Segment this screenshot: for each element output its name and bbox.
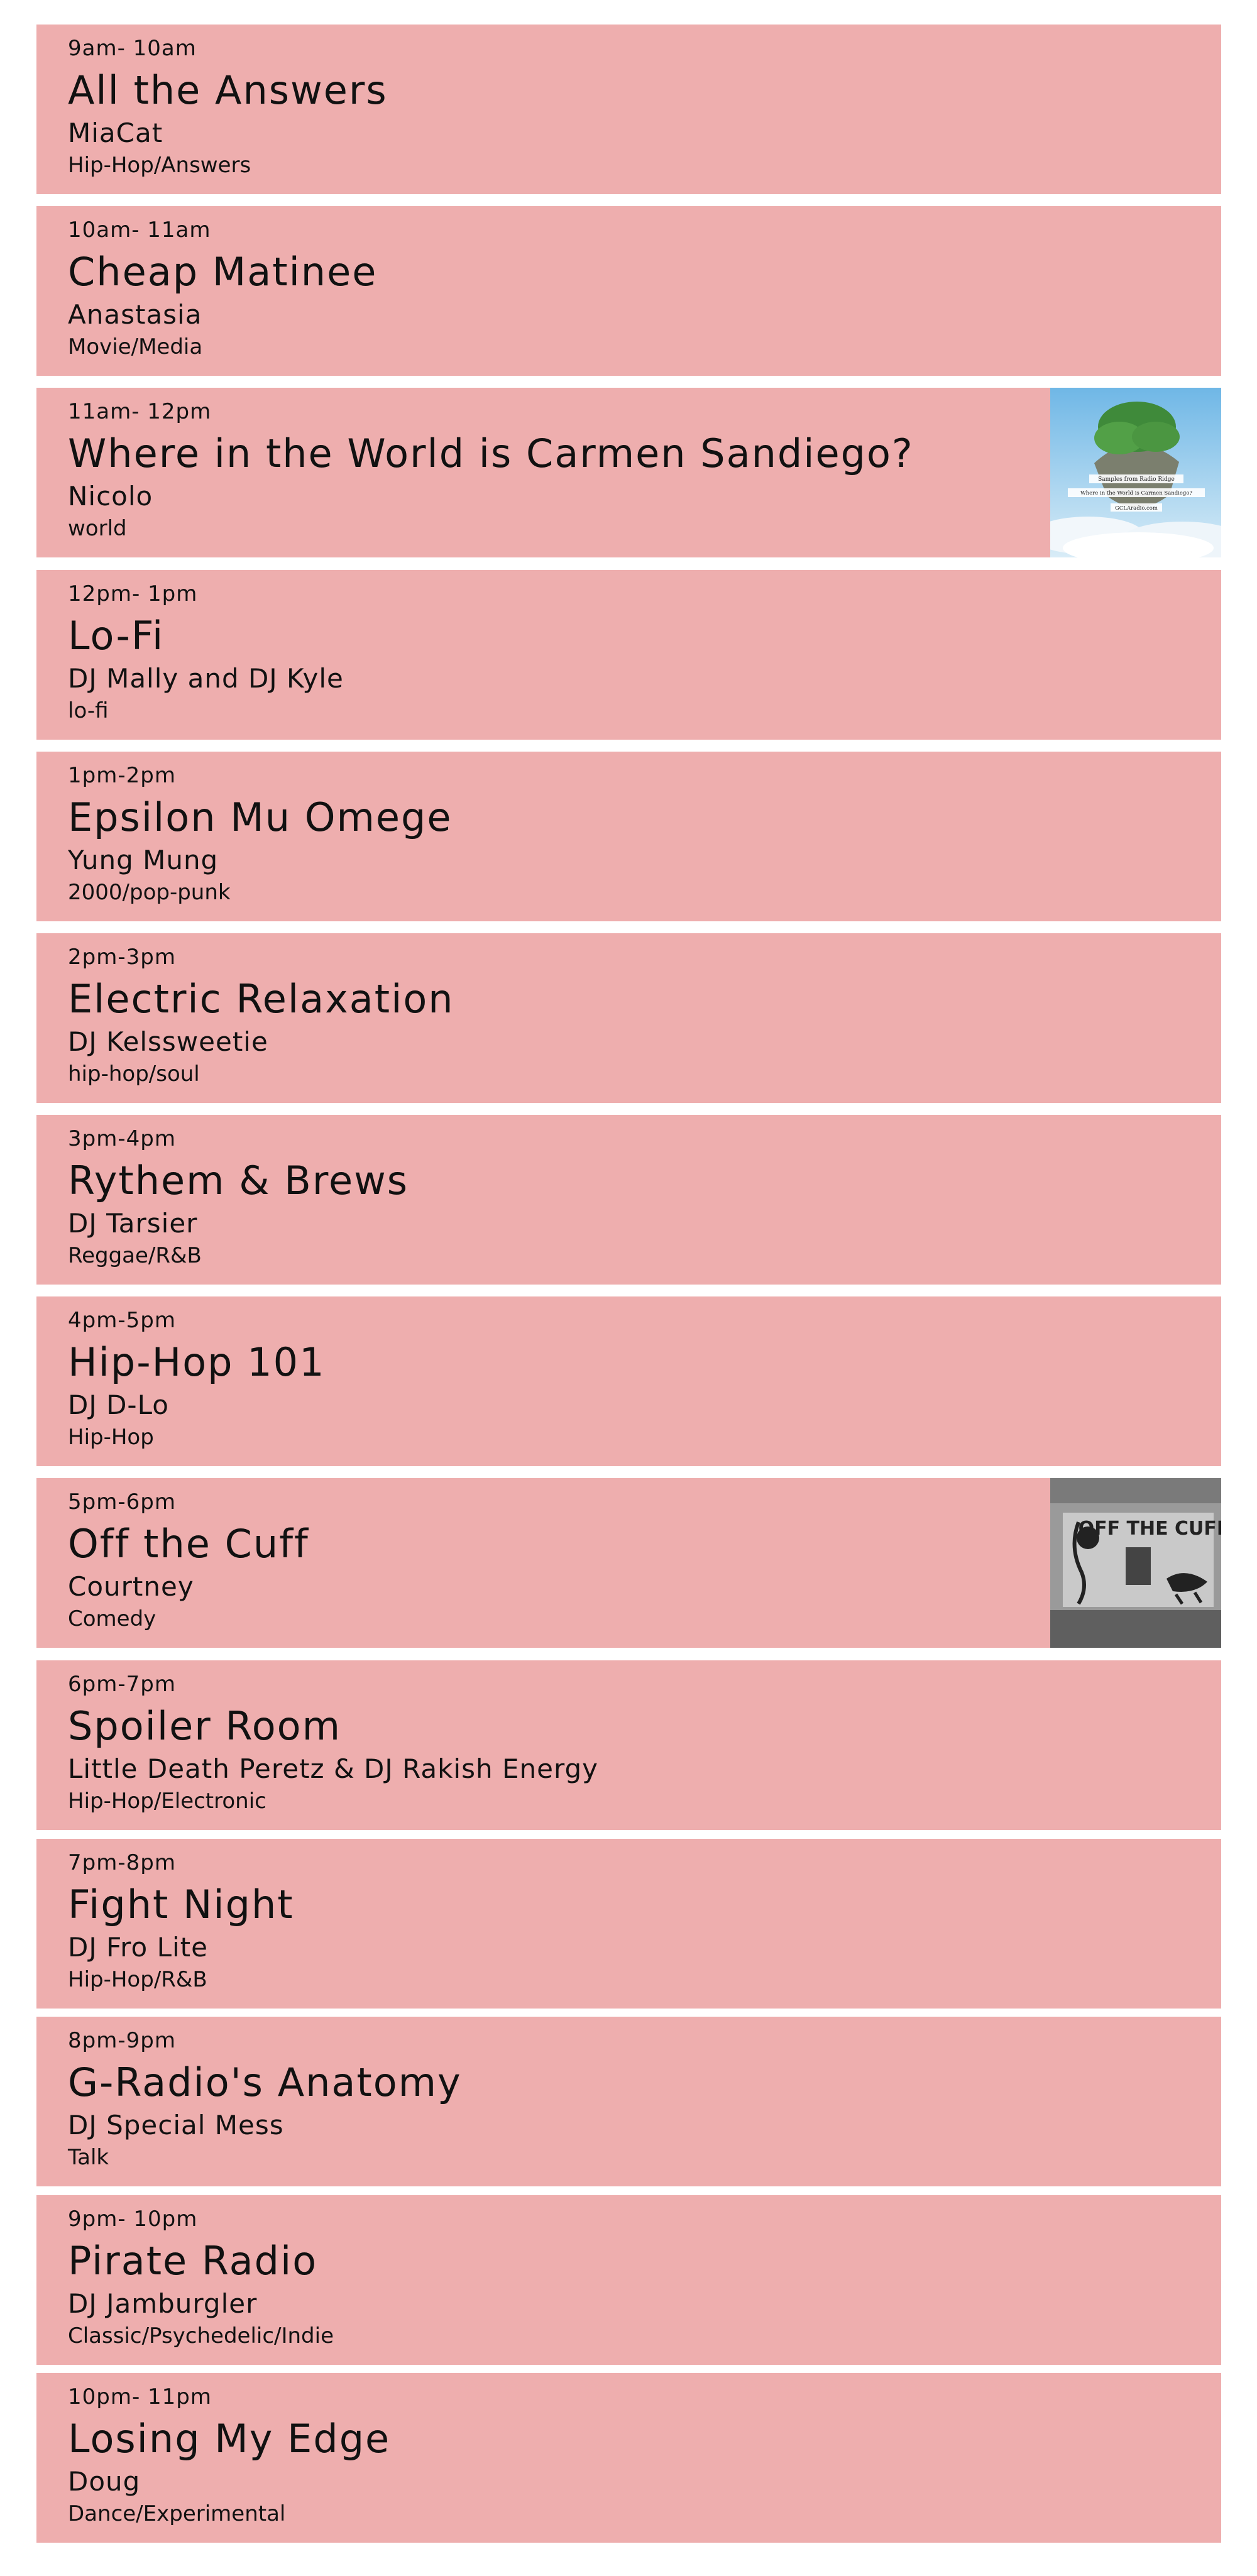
show-title: Fight Night bbox=[68, 1882, 294, 1927]
show-title: All the Answers bbox=[68, 67, 388, 113]
show-title: Losing My Edge bbox=[68, 2416, 391, 2462]
show-host: Courtney bbox=[68, 1571, 194, 1602]
show-genre: Hip-Hop/Answers bbox=[68, 153, 251, 178]
show-host: Anastasia bbox=[68, 299, 202, 330]
show-title: Off the Cuff bbox=[68, 1521, 309, 1567]
show-time: 6pm-7pm bbox=[68, 1672, 176, 1697]
thumbnail-caption-1: Samples from Radio Ridge bbox=[1098, 476, 1175, 483]
show-genre: Hip-Hop/R&B bbox=[68, 1967, 207, 1992]
show-card-all-the-answers[interactable]: 9am- 10am All the Answers MiaCat Hip-Hop… bbox=[36, 25, 1221, 194]
show-host: Nicolo bbox=[68, 481, 153, 512]
floating-island-image[interactable]: Samples from Radio Ridge Where in the Wo… bbox=[1050, 388, 1221, 557]
show-genre: Talk bbox=[68, 2145, 109, 2170]
show-card-g-radios-anatomy[interactable]: 8pm-9pm G-Radio's Anatomy DJ Special Mes… bbox=[36, 2017, 1221, 2186]
show-genre: lo-fi bbox=[68, 698, 109, 723]
show-card-cheap-matinee[interactable]: 10am- 11am Cheap Matinee Anastasia Movie… bbox=[36, 206, 1221, 376]
show-card-epsilon-mu-omege[interactable]: 1pm-2pm Epsilon Mu Omege Yung Mung 2000/… bbox=[36, 752, 1221, 921]
show-title: Spoiler Room bbox=[68, 1703, 341, 1749]
show-card-fight-night[interactable]: 7pm-8pm Fight Night DJ Fro Lite Hip-Hop/… bbox=[36, 1839, 1221, 2009]
show-genre: Movie/Media bbox=[68, 334, 203, 359]
show-time: 12pm- 1pm bbox=[68, 581, 198, 606]
show-host: Doug bbox=[68, 2466, 141, 2497]
show-time: 10pm- 11pm bbox=[68, 2384, 212, 2409]
show-host: DJ D-Lo bbox=[68, 1389, 169, 1420]
show-time: 11am- 12pm bbox=[68, 399, 212, 424]
show-card-rythem-and-brews[interactable]: 3pm-4pm Rythem & Brews DJ Tarsier Reggae… bbox=[36, 1115, 1221, 1285]
show-card-electric-relaxation[interactable]: 2pm-3pm Electric Relaxation DJ Kelssweet… bbox=[36, 933, 1221, 1103]
show-genre: world bbox=[68, 516, 127, 541]
show-host: DJ Mally and DJ Kyle bbox=[68, 663, 344, 694]
show-card-off-the-cuff[interactable]: 5pm-6pm Off the Cuff Courtney Comedy OFF… bbox=[36, 1478, 1221, 1648]
show-host: Yung Mung bbox=[68, 845, 219, 875]
show-host: DJ Tarsier bbox=[68, 1208, 198, 1239]
show-title: Electric Relaxation bbox=[68, 976, 454, 1022]
show-title: Epsilon Mu Omege bbox=[68, 794, 453, 840]
thumbnail-caption-3: GCLAradio.com bbox=[1115, 505, 1158, 512]
show-time: 1pm-2pm bbox=[68, 763, 176, 788]
show-title: G-Radio's Anatomy bbox=[68, 2059, 462, 2105]
show-title: Pirate Radio bbox=[68, 2238, 318, 2284]
show-time: 8pm-9pm bbox=[68, 2028, 176, 2053]
show-time: 5pm-6pm bbox=[68, 1489, 176, 1515]
show-time: 9pm- 10pm bbox=[68, 2206, 198, 2232]
show-genre: Reggae/R&B bbox=[68, 1243, 202, 1268]
show-genre: Hip-Hop/Electronic bbox=[68, 1789, 266, 1814]
show-host: DJ Special Mess bbox=[68, 2110, 284, 2140]
photo-sign-text: OFF THE CUFF bbox=[1079, 1518, 1221, 1540]
show-host: DJ Kelssweetie bbox=[68, 1026, 268, 1057]
show-host: DJ Fro Lite bbox=[68, 1932, 208, 1963]
show-time: 2pm-3pm bbox=[68, 945, 176, 970]
show-time: 4pm-5pm bbox=[68, 1308, 176, 1333]
show-genre: Classic/Psychedelic/Indie bbox=[68, 2323, 334, 2349]
show-genre: 2000/pop-punk bbox=[68, 880, 231, 905]
show-title: Cheap Matinee bbox=[68, 249, 378, 295]
show-host: Little Death Peretz & DJ Rakish Energy bbox=[68, 1753, 598, 1784]
show-genre: Hip-Hop bbox=[68, 1425, 154, 1450]
show-title: Rythem & Brews bbox=[68, 1158, 409, 1203]
show-card-losing-my-edge[interactable]: 10pm- 11pm Losing My Edge Doug Dance/Exp… bbox=[36, 2373, 1221, 2543]
show-card-carmen-sandiego[interactable]: 11am- 12pm Where in the World is Carmen … bbox=[36, 388, 1221, 557]
show-card-lo-fi[interactable]: 12pm- 1pm Lo-Fi DJ Mally and DJ Kyle lo-… bbox=[36, 570, 1221, 740]
show-genre: Comedy bbox=[68, 1606, 156, 1631]
show-time: 10am- 11am bbox=[68, 217, 211, 243]
thumbnail-caption-2: Where in the World is Carmen Sandiego? bbox=[1080, 490, 1193, 496]
show-card-hip-hop-101[interactable]: 4pm-5pm Hip-Hop 101 DJ D-Lo Hip-Hop bbox=[36, 1296, 1221, 1466]
show-time: 7pm-8pm bbox=[68, 1850, 176, 1875]
off-the-cuff-photo[interactable]: OFF THE CUFF bbox=[1050, 1478, 1221, 1648]
show-title: Lo-Fi bbox=[68, 613, 165, 659]
show-title: Hip-Hop 101 bbox=[68, 1339, 326, 1385]
show-time: 3pm-4pm bbox=[68, 1126, 176, 1151]
show-title: Where in the World is Carmen Sandiego? bbox=[68, 430, 914, 476]
show-host: MiaCat bbox=[68, 118, 163, 148]
show-card-spoiler-room[interactable]: 6pm-7pm Spoiler Room Little Death Peretz… bbox=[36, 1660, 1221, 1830]
show-genre: Dance/Experimental bbox=[68, 2501, 286, 2526]
show-time: 9am- 10am bbox=[68, 36, 197, 61]
show-host: DJ Jamburgler bbox=[68, 2288, 258, 2319]
show-card-pirate-radio[interactable]: 9pm- 10pm Pirate Radio DJ Jamburgler Cla… bbox=[36, 2195, 1221, 2365]
show-genre: hip-hop/soul bbox=[68, 1061, 200, 1087]
